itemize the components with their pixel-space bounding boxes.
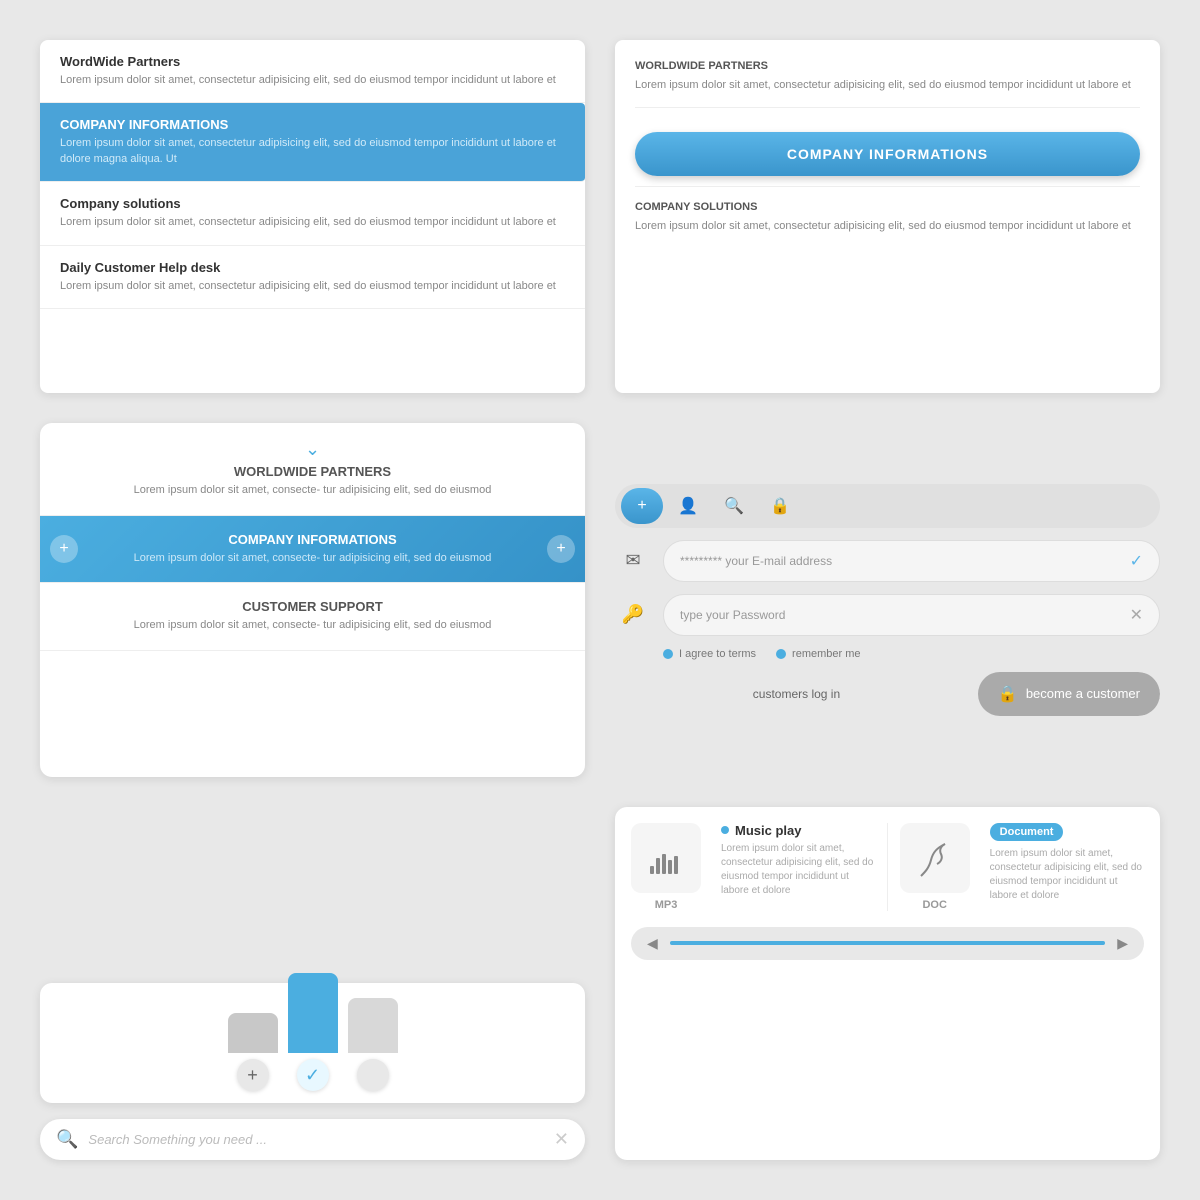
mp3-card: MP3 [631,823,701,911]
remember-dot [776,649,786,659]
search-icon: 🔍 [56,1129,78,1150]
panel-company-card: WORLDWIDE PARTNERS Lorem ipsum dolor sit… [615,40,1160,393]
doc-icon-box [900,823,970,893]
list-item-3[interactable]: Daily Customer Help desk Lorem ipsum dol… [40,246,585,309]
doc-label: DOC [922,899,946,911]
mp3-title: Music play [735,823,801,838]
list-item-title-3: Daily Customer Help desk [60,260,565,275]
panel-vertical-accordion: ⌄ WORLDWIDE PARTNERS Lorem ipsum dolor s… [40,423,585,776]
email-field[interactable]: ********* your E-mail address ✓ [663,540,1160,582]
tab-add[interactable]: + [621,488,663,524]
bar-col-0: + [228,1013,278,1091]
player-progress [670,941,1105,945]
mp3-label: MP3 [655,899,678,911]
acc-item-desc-0: Lorem ipsum dolor sit amet, consecte- tu… [60,483,565,498]
play-button[interactable]: ▶ [1117,935,1128,952]
list-item-desc-0: Lorem ipsum dolor sit amet, consectetur … [60,73,565,88]
remember-label: remember me [792,648,860,660]
login-label[interactable]: customers log in [615,675,978,713]
panel-accordion-list: WordWide Partners Lorem ipsum dolor sit … [40,40,585,393]
list-item-0[interactable]: WordWide Partners Lorem ipsum dolor sit … [40,40,585,103]
list-item-2[interactable]: Company solutions Lorem ipsum dolor sit … [40,182,585,245]
bar-col-2 [348,998,398,1091]
top-desc: Lorem ipsum dolor sit amet, consectetur … [635,78,1140,93]
prev-button[interactable]: ◀ [647,935,658,952]
list-item-title-2: Company solutions [60,196,565,211]
tab-bar: + 👤 🔍 🔒 [615,484,1160,528]
password-row: 🔑 type your Password ✕ [615,594,1160,636]
media-row: MP3 Music play Lorem ipsum dolor sit ame… [631,823,1144,911]
list-item-1[interactable]: COMPANY INFORMATIONS Lorem ipsum dolor s… [40,103,585,182]
bar-chart: + ✓ [40,983,585,1103]
acc-item-title-2: CUSTOMER SUPPORT [60,599,565,614]
bar-1 [288,973,338,1053]
bar-btn-2[interactable] [357,1059,389,1091]
email-placeholder: ********* your E-mail address [680,554,832,568]
bar-2 [348,998,398,1053]
bar-col-1: ✓ [288,973,338,1091]
mp3-dot [721,826,729,834]
bar-btn-0[interactable]: + [237,1059,269,1091]
check-icon: ✓ [1130,551,1143,571]
agree-dot [663,649,673,659]
password-field[interactable]: type your Password ✕ [663,594,1160,636]
doc-info: Document Lorem ipsum dolor sit amet, con… [982,823,1144,903]
acc-item-desc-2: Lorem ipsum dolor sit amet, consecte- tu… [60,618,565,633]
password-placeholder: type your Password [680,608,785,622]
key-icon: 🔑 [615,597,651,633]
agree-terms-checkbox[interactable]: I agree to terms [663,648,756,660]
list-item-desc-3: Lorem ipsum dolor sit amet, consectetur … [60,279,565,294]
list-item-desc-2: Lorem ipsum dolor sit amet, consectetur … [60,215,565,230]
acc-item-title-1: COMPANY INFORMATIONS [60,532,565,547]
agree-label: I agree to terms [679,648,756,660]
list-item-title-0: WordWide Partners [60,54,565,69]
action-row: customers log in 🔒 become a customer [615,672,1160,716]
email-row: ✉ ********* your E-mail address ✓ [615,540,1160,582]
tab-search[interactable]: 🔍 [713,488,755,524]
bottom-desc: Lorem ipsum dolor sit amet, consectetur … [635,219,1140,234]
acc-item-desc-1: Lorem ipsum dolor sit amet, consecte- tu… [60,551,565,566]
side-right-button[interactable]: + [547,535,575,563]
acc-item-2[interactable]: CUSTOMER SUPPORT Lorem ipsum dolor sit a… [40,583,585,650]
acc-item-0[interactable]: ⌄ WORLDWIDE PARTNERS Lorem ipsum dolor s… [40,423,585,515]
panel-login-form: + 👤 🔍 🔒 ✉ ********* your E-mail address … [615,423,1160,776]
list-item-desc-1: Lorem ipsum dolor sit amet, consectetur … [60,136,565,167]
search-clear-icon[interactable]: ✕ [554,1129,569,1150]
acc-item-title-0: WORLDWIDE PARTNERS [60,464,565,479]
acc-item-1[interactable]: + COMPANY INFORMATIONS Lorem ipsum dolor… [40,516,585,583]
doc-desc: Lorem ipsum dolor sit amet, consectetur … [990,847,1144,903]
bar-btn-1[interactable]: ✓ [297,1059,329,1091]
lock-icon: 🔒 [998,684,1018,704]
become-customer-button[interactable]: 🔒 become a customer [978,672,1160,716]
company-info-button[interactable]: COMPANY INFORMATIONS [635,132,1140,176]
tab-lock[interactable]: 🔒 [759,488,801,524]
x-icon: ✕ [1130,605,1143,625]
search-bar[interactable]: 🔍 Search Something you need ... ✕ [40,1119,585,1160]
checkbox-row: I agree to terms remember me [615,648,1160,660]
remember-me-checkbox[interactable]: remember me [776,648,860,660]
search-placeholder: Search Something you need ... [88,1132,543,1147]
mp3-info: Music play Lorem ipsum dolor sit amet, c… [713,823,875,898]
bar-0 [228,1013,278,1053]
become-label: become a customer [1026,686,1140,701]
email-icon: ✉ [615,543,651,579]
list-item-title-1: COMPANY INFORMATIONS [60,117,565,132]
mp3-icon-box [631,823,701,893]
bottom-section: COMPANY SOLUTIONS Lorem ipsum dolor sit … [635,186,1140,234]
bottom-title: COMPANY SOLUTIONS [635,201,1140,213]
side-left-button[interactable]: + [50,535,78,563]
tab-user[interactable]: 👤 [667,488,709,524]
panel-chart-search: + ✓ 🔍 Search Something you need ... ✕ [40,807,585,1160]
doc-card: DOC [900,823,970,911]
doc-badge: Document [990,823,1064,841]
top-title: WORLDWIDE PARTNERS [635,60,1140,72]
mp3-desc: Lorem ipsum dolor sit amet, consectetur … [721,842,875,898]
panel-media: MP3 Music play Lorem ipsum dolor sit ame… [615,807,1160,1160]
player-bar[interactable]: ◀ ▶ [631,927,1144,960]
top-section: WORLDWIDE PARTNERS Lorem ipsum dolor sit… [635,60,1140,108]
